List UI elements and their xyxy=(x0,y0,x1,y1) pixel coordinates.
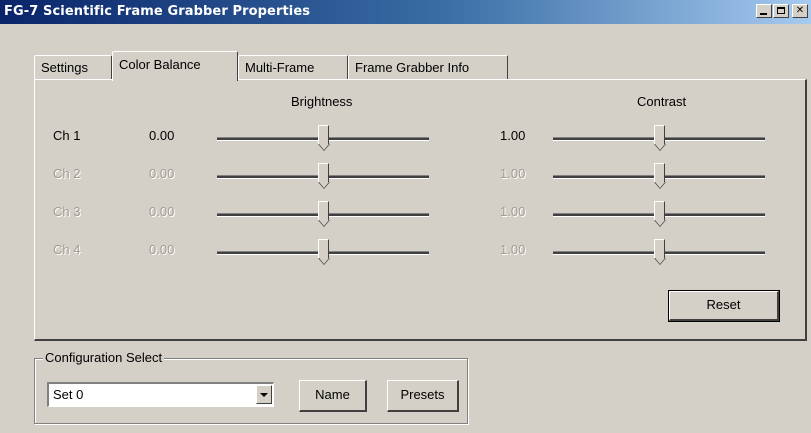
minimize-button[interactable] xyxy=(756,4,772,18)
channel-row: Ch 2 0.00 1.00 xyxy=(35,162,805,192)
contrast-header: Contrast xyxy=(637,94,687,109)
brightness-value: 0.00 xyxy=(149,166,175,181)
presets-button[interactable]: Presets xyxy=(387,380,459,412)
chevron-down-icon xyxy=(260,393,268,397)
contrast-value: 1.00 xyxy=(500,242,526,257)
slider-thumb[interactable] xyxy=(318,125,330,151)
dropdown-button[interactable] xyxy=(256,385,272,404)
contrast-value: 1.00 xyxy=(500,204,526,219)
contrast-value: 1.00 xyxy=(500,128,526,143)
configuration-dropdown[interactable]: Set 0 xyxy=(47,382,274,407)
close-icon: ✕ xyxy=(795,5,805,16)
brightness-slider[interactable] xyxy=(217,124,429,154)
group-title: Configuration Select xyxy=(43,350,165,365)
contrast-slider[interactable] xyxy=(553,124,765,154)
tab-color-balance[interactable]: Color Balance xyxy=(112,51,238,81)
channel-label: Ch 2 xyxy=(53,166,81,181)
brightness-value: 0.00 xyxy=(149,128,175,143)
channel-row: Ch 3 0.00 1.00 xyxy=(35,200,805,230)
slider-thumb xyxy=(654,239,666,265)
brightness-value: 0.00 xyxy=(149,242,175,257)
channel-label: Ch 4 xyxy=(53,242,81,257)
properties-window: FG-7 Scientific Frame Grabber Properties… xyxy=(0,0,811,433)
title-bar[interactable]: FG-7 Scientific Frame Grabber Properties… xyxy=(0,0,811,24)
channel-label: Ch 1 xyxy=(53,128,81,143)
contrast-slider xyxy=(553,162,765,192)
maximize-icon xyxy=(777,7,785,14)
contrast-slider xyxy=(553,238,765,268)
brightness-value: 0.00 xyxy=(149,204,175,219)
window-title: FG-7 Scientific Frame Grabber Properties xyxy=(4,4,311,19)
channel-label: Ch 3 xyxy=(53,204,81,219)
color-balance-panel: Brightness Contrast Ch 1 0.00 1.00 Ch 2 … xyxy=(34,79,807,341)
reset-button[interactable]: Reset xyxy=(668,290,780,322)
brightness-slider xyxy=(217,200,429,230)
tab-multi-frame[interactable]: Multi-Frame xyxy=(238,55,348,79)
channel-row: Ch 1 0.00 1.00 xyxy=(35,124,805,154)
contrast-slider xyxy=(553,200,765,230)
tab-frame-grabber-info[interactable]: Frame Grabber Info xyxy=(348,55,508,79)
brightness-slider xyxy=(217,238,429,268)
slider-thumb xyxy=(654,201,666,227)
slider-thumb[interactable] xyxy=(654,125,666,151)
configuration-select-group: Configuration Select Set 0 Name Presets xyxy=(34,350,468,424)
brightness-header: Brightness xyxy=(291,94,353,109)
channel-row: Ch 4 0.00 1.00 xyxy=(35,238,805,268)
close-button[interactable]: ✕ xyxy=(792,4,808,18)
slider-thumb xyxy=(654,163,666,189)
slider-thumb xyxy=(318,239,330,265)
slider-thumb xyxy=(318,201,330,227)
brightness-slider xyxy=(217,162,429,192)
name-button[interactable]: Name xyxy=(299,380,367,412)
maximize-button[interactable] xyxy=(773,4,789,18)
minimize-icon xyxy=(760,13,767,15)
tab-settings[interactable]: Settings xyxy=(34,55,112,79)
dropdown-value: Set 0 xyxy=(53,387,84,402)
contrast-value: 1.00 xyxy=(500,166,526,181)
slider-thumb xyxy=(318,163,330,189)
